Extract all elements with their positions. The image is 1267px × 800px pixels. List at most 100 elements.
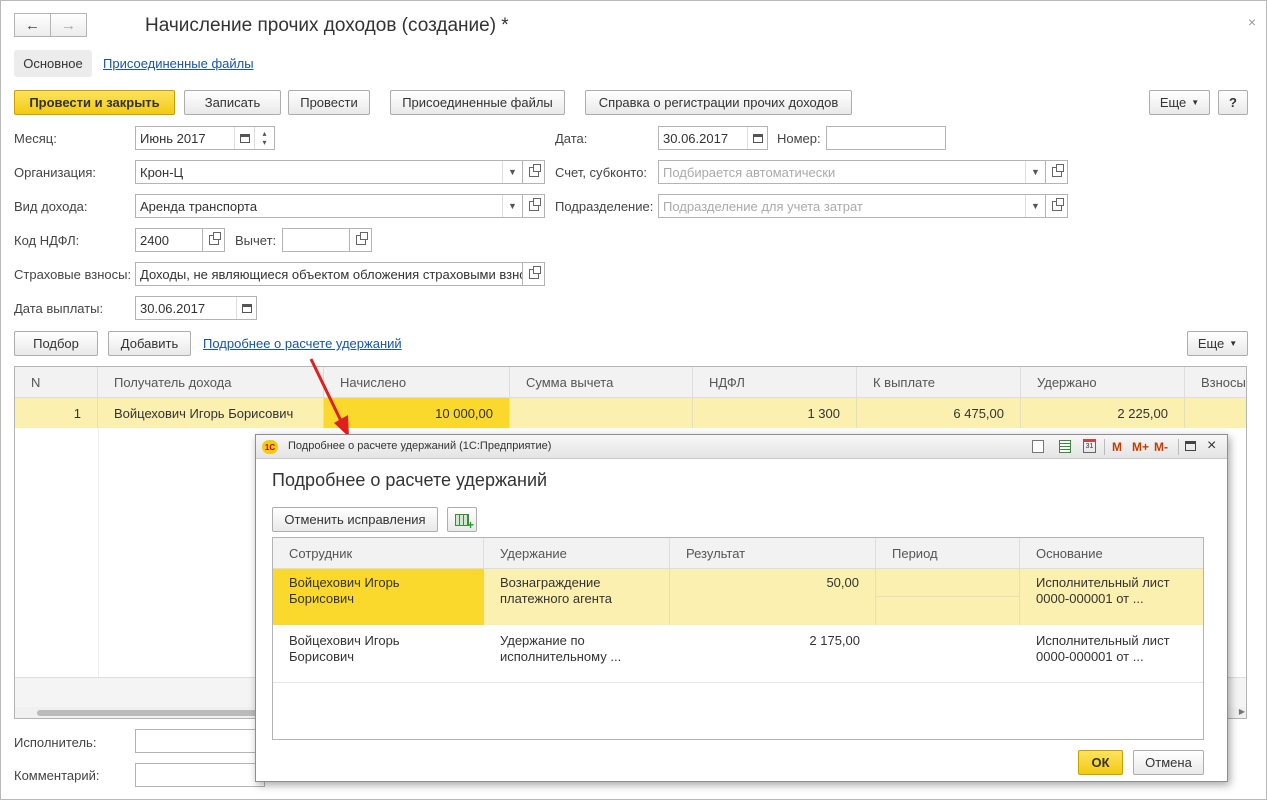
add-table-button[interactable]: +	[447, 507, 477, 532]
cell-deduction: Вознаграждение платежного агента	[484, 569, 670, 625]
add-button[interactable]: Добавить	[108, 331, 191, 356]
calendar-icon[interactable]: 31	[1083, 439, 1096, 453]
memory-plus-button[interactable]: M+	[1132, 440, 1149, 454]
account-label: Счет, субконто:	[555, 165, 648, 180]
comment-label: Комментарий:	[14, 768, 100, 783]
column-header-n[interactable]: N	[15, 367, 98, 398]
open-icon	[528, 164, 541, 177]
dept-open-button[interactable]	[1046, 194, 1068, 218]
date-field[interactable]: 30.06.2017	[658, 126, 768, 150]
calculator-icon[interactable]	[1059, 440, 1071, 453]
org-open-button[interactable]	[523, 160, 545, 184]
org-field[interactable]: Крон-Ц ▼	[135, 160, 523, 184]
print-icon[interactable]	[1032, 440, 1044, 453]
month-label: Месяц:	[14, 131, 57, 146]
insurance-open-button[interactable]	[523, 262, 545, 286]
back-button[interactable]: ←	[14, 13, 51, 37]
tab-main[interactable]: Основное	[14, 50, 92, 77]
memory-minus-button[interactable]: M-	[1154, 440, 1168, 454]
table-plus-icon: +	[455, 513, 474, 531]
attached-files-button[interactable]: Присоединенные файлы	[390, 90, 565, 115]
calendar-icon[interactable]	[234, 127, 254, 149]
column-header-to-pay[interactable]: К выплате	[857, 367, 1021, 398]
insurance-label: Страховые взносы:	[14, 267, 132, 282]
report-button[interactable]: Справка о регистрации прочих доходов	[585, 90, 852, 115]
income-label: Вид дохода:	[14, 199, 88, 214]
cell-result: 50,00	[670, 569, 876, 625]
table-more-button[interactable]: Еще ▼	[1187, 331, 1248, 356]
forward-button[interactable]: →	[50, 13, 87, 37]
scroll-right-icon[interactable]: ▶	[1239, 707, 1245, 716]
column-header-fees[interactable]: Взносы	[1185, 367, 1246, 398]
cell-basis: Исполнительный лист 0000-000001 от ...	[1036, 575, 1170, 606]
dropdown-arrow-icon[interactable]: ▼	[502, 195, 522, 217]
column-header-period[interactable]: Период	[876, 538, 1020, 569]
executor-field[interactable]	[135, 729, 265, 753]
open-icon	[208, 232, 221, 245]
dialog-bar-title: Подробнее о расчете удержаний (1С:Предпр…	[288, 440, 552, 452]
help-button[interactable]: ?	[1218, 90, 1248, 115]
dropdown-arrow-icon[interactable]: ▼	[1025, 161, 1045, 183]
income-open-button[interactable]	[523, 194, 545, 218]
column-header-employee[interactable]: Сотрудник	[273, 538, 484, 569]
column-header-ndfl[interactable]: НДФЛ	[693, 367, 857, 398]
close-icon[interactable]: ×	[1248, 14, 1256, 30]
details-link[interactable]: Подробнее о расчете удержаний	[203, 336, 402, 351]
memory-m-button[interactable]: M	[1112, 440, 1122, 454]
deduction-open-button[interactable]	[350, 228, 372, 252]
column-header-deduction[interactable]: Удержание	[484, 538, 670, 569]
scrollbar-thumb[interactable]	[37, 710, 277, 716]
column-header-recipient[interactable]: Получатель дохода	[98, 367, 324, 398]
close-icon[interactable]: ×	[1207, 437, 1216, 455]
more-button[interactable]: Еще ▼	[1149, 90, 1210, 115]
ndfl-code-field[interactable]: 2400	[135, 228, 203, 252]
account-open-button[interactable]	[1046, 160, 1068, 184]
post-close-button[interactable]: Провести и закрыть	[14, 90, 175, 115]
cell-recipient: Войцехович Игорь Борисович	[98, 398, 324, 428]
deduction-field[interactable]	[282, 228, 350, 252]
select-button[interactable]: Подбор	[14, 331, 98, 356]
cell-deduction: Удержание по исполнительному ...	[500, 633, 622, 664]
main-window: ← → Начисление прочих доходов (создание)…	[0, 0, 1267, 800]
column-header-result[interactable]: Результат	[670, 538, 876, 569]
number-label: Номер:	[777, 131, 821, 146]
dropdown-arrow-icon: ▼	[1191, 98, 1200, 107]
cell-employee: Войцехович Игорь Борисович	[273, 569, 484, 625]
page-title: Начисление прочих доходов (создание) *	[145, 15, 509, 36]
calendar-icon[interactable]	[236, 297, 256, 319]
number-field[interactable]	[826, 126, 946, 150]
deductions-table[interactable]: Сотрудник Удержание Результат Период Осн…	[272, 537, 1204, 740]
cell-result: 2 175,00	[809, 633, 860, 648]
back-icon: ←	[25, 16, 40, 34]
save-button[interactable]: Записать	[184, 90, 281, 115]
dept-field[interactable]: Подразделение для учета затрат ▼	[658, 194, 1046, 218]
open-icon	[1051, 164, 1064, 177]
deduction-label: Вычет:	[235, 233, 277, 248]
column-header-withheld[interactable]: Удержано	[1021, 367, 1185, 398]
income-field[interactable]: Аренда транспорта ▼	[135, 194, 523, 218]
comment-field[interactable]	[135, 763, 265, 787]
cancel-fix-button[interactable]: Отменить исправления	[272, 507, 438, 532]
month-field[interactable]: Июнь 2017 ▴ ▾	[135, 126, 275, 150]
pay-date-label: Дата выплаты:	[14, 301, 104, 316]
open-icon	[528, 266, 541, 279]
cancel-button[interactable]: Отмена	[1133, 750, 1204, 775]
ndfl-code-open-button[interactable]	[203, 228, 225, 252]
ok-button[interactable]: ОК	[1078, 750, 1123, 775]
dropdown-arrow-icon[interactable]: ▼	[502, 161, 522, 183]
insurance-field[interactable]: Доходы, не являющиеся объектом обложения…	[135, 262, 523, 286]
spin-icon[interactable]: ▴ ▾	[254, 127, 274, 149]
account-field[interactable]: Подбирается автоматически ▼	[658, 160, 1046, 184]
cell-deduction	[510, 398, 693, 428]
calendar-icon[interactable]	[747, 127, 767, 149]
post-button[interactable]: Провести	[288, 90, 370, 115]
maximize-icon[interactable]	[1185, 441, 1196, 451]
dept-label: Подразделение:	[555, 199, 654, 214]
column-header-basis[interactable]: Основание	[1020, 538, 1203, 569]
tab-files[interactable]: Присоединенные файлы	[103, 56, 254, 71]
pay-date-field[interactable]: 30.06.2017	[135, 296, 257, 320]
column-header-deduction[interactable]: Сумма вычета	[510, 367, 693, 398]
open-icon	[1051, 198, 1064, 211]
dropdown-arrow-icon[interactable]: ▼	[1025, 195, 1045, 217]
cell-withheld: 2 225,00	[1021, 398, 1185, 428]
